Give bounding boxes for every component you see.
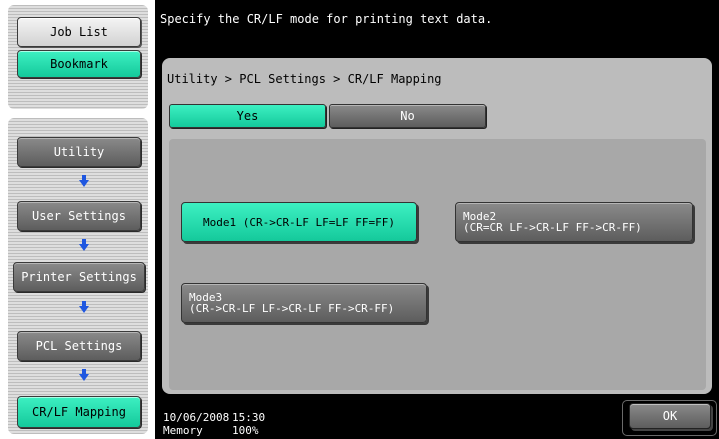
yes-button[interactable]: Yes — [169, 104, 326, 128]
mode2-button[interactable]: Mode2 (CR=CR LF->CR-LF FF->CR-FF) — [455, 202, 693, 242]
ok-button[interactable]: OK — [629, 403, 711, 429]
mode3-button[interactable]: Mode3 (CR->CR-LF LF->CR-LF FF->CR-FF) — [181, 283, 427, 323]
message-bar: Specify the CR/LF mode for printing text… — [155, 0, 719, 45]
down-arrow-icon — [79, 239, 89, 251]
sidebar-item-crlf-mapping[interactable]: CR/LF Mapping — [17, 396, 141, 428]
down-arrow-icon — [79, 301, 89, 313]
copier-panel-screen: Job List Bookmark Utility User Settings … — [0, 0, 719, 439]
mode1-button[interactable]: Mode1 (CR->CR-LF LF=LF FF=FF) — [181, 202, 417, 242]
down-arrow-icon — [79, 369, 89, 381]
bookmark-button[interactable]: Bookmark — [17, 50, 141, 78]
mode2-description: (CR=CR LF->CR-LF FF->CR-FF) — [463, 221, 642, 234]
sidebar: Job List Bookmark Utility User Settings … — [0, 0, 155, 439]
sidebar-item-utility[interactable]: Utility — [17, 137, 141, 167]
no-button[interactable]: No — [329, 104, 486, 128]
status-time: 15:30 — [232, 411, 266, 424]
sidebar-item-user-settings[interactable]: User Settings — [17, 201, 141, 231]
sidebar-item-printer-settings[interactable]: Printer Settings — [13, 262, 145, 292]
memory-label: Memory — [163, 424, 203, 437]
breadcrumb: Utility > PCL Settings > CR/LF Mapping — [167, 72, 442, 86]
mode3-description: (CR->CR-LF LF->CR-LF FF->CR-FF) — [189, 302, 395, 315]
sidebar-item-pcl-settings[interactable]: PCL Settings — [17, 331, 141, 361]
down-arrow-icon — [79, 175, 89, 187]
memory-value: 100% — [232, 424, 259, 437]
status-footer: 10/06/2008 15:30 Memory 100% OK — [155, 400, 719, 439]
status-date: 10/06/2008 — [163, 411, 230, 424]
mode1-label: Mode1 (CR->CR-LF LF=LF FF=FF) — [202, 215, 396, 229]
mode-options-area — [169, 139, 706, 390]
job-list-button[interactable]: Job List — [17, 17, 141, 47]
instruction-text: Specify the CR/LF mode for printing text… — [160, 12, 493, 26]
